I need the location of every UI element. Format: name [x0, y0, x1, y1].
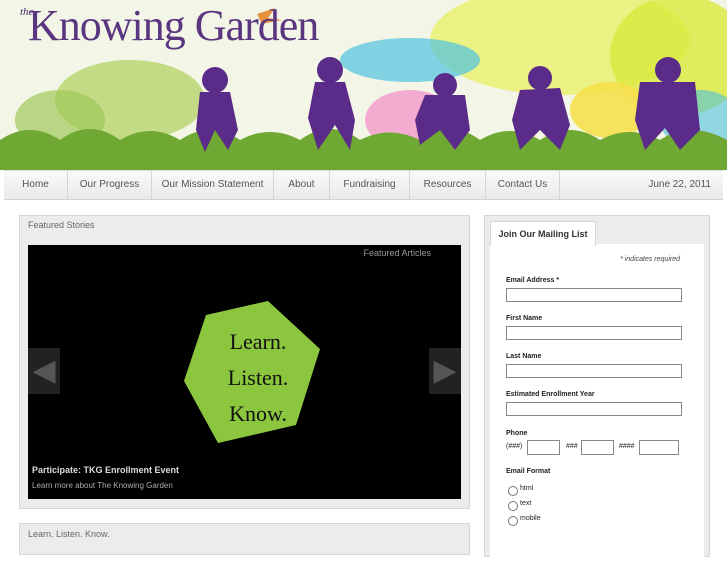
phone-prefix-field[interactable]	[581, 440, 614, 455]
phone-area-label: (###)	[506, 443, 523, 450]
nav-our-progress[interactable]: Our Progress	[68, 171, 152, 199]
format-mobile-radio[interactable]	[508, 516, 518, 526]
phone-prefix-label: ###	[566, 443, 578, 450]
current-date: June 22, 2011	[648, 179, 711, 190]
mailing-list-panel: Join Our Mailing List * indicates requir…	[484, 215, 710, 564]
first-name-label: First Name	[506, 315, 543, 322]
mailing-list-tab[interactable]: Join Our Mailing List	[490, 221, 596, 246]
last-name-field[interactable]	[506, 364, 682, 378]
last-name-label: Last Name	[506, 353, 542, 360]
nav-contact-us[interactable]: Contact Us	[486, 171, 560, 199]
learn-listen-know-panel: Learn. Listen. Know.	[19, 523, 470, 555]
required-note: * indicates required	[620, 256, 680, 263]
next-arrow-icon[interactable]: ▶	[429, 348, 461, 394]
featured-slider[interactable]: Featured Articles Learn. Listen. Know. ◀…	[28, 245, 461, 499]
slide-caption-subtitle[interactable]: Learn more about The Knowing Garden	[32, 481, 173, 490]
email-field[interactable]	[506, 288, 682, 302]
first-name-field[interactable]	[506, 326, 682, 340]
format-html-label: html	[520, 485, 534, 492]
site-logo[interactable]: Knowing Garden	[28, 0, 319, 51]
slide-line-1: Learn.	[230, 329, 287, 354]
enrollment-year-label: Estimated Enrollment Year	[506, 391, 595, 398]
phone-line-label: ####	[619, 443, 635, 450]
format-text-label: text	[520, 500, 532, 507]
header-banner: the Knowing Garden	[0, 0, 727, 170]
featured-stories-title: Featured Stories	[28, 220, 95, 230]
enrollment-year-field[interactable]	[506, 402, 682, 416]
prev-arrow-icon[interactable]: ◀	[28, 348, 60, 394]
learn-listen-know-graphic: Learn. Listen. Know.	[184, 301, 320, 443]
slide-line-2: Listen.	[228, 365, 289, 390]
slide-caption-title[interactable]: Participate: TKG Enrollment Event	[32, 465, 179, 475]
slider-label: Featured Articles	[363, 248, 431, 258]
email-label: Email Address *	[506, 277, 560, 284]
format-mobile-label: mobile	[520, 515, 541, 522]
nav-fundraising[interactable]: Fundraising	[330, 171, 410, 199]
slide-line-3: Know.	[229, 401, 287, 426]
mailing-list-form: * indicates required Email Address * Fir…	[490, 244, 704, 564]
nav-resources[interactable]: Resources	[410, 171, 486, 199]
format-html-radio[interactable]	[508, 486, 518, 496]
format-text-radio[interactable]	[508, 501, 518, 511]
nav-home[interactable]: Home	[4, 171, 68, 199]
featured-stories-panel: Featured Stories Featured Articles Learn…	[19, 215, 470, 509]
learn-panel-title: Learn. Listen. Know.	[28, 529, 110, 539]
nav-about[interactable]: About	[274, 171, 330, 199]
email-format-label: Email Format	[506, 468, 551, 475]
main-nav: Home Our Progress Our Mission Statement …	[4, 170, 723, 200]
phone-line-field[interactable]	[639, 440, 679, 455]
phone-label: Phone	[506, 430, 528, 437]
nav-mission-statement[interactable]: Our Mission Statement	[152, 171, 274, 199]
phone-area-field[interactable]	[527, 440, 560, 455]
